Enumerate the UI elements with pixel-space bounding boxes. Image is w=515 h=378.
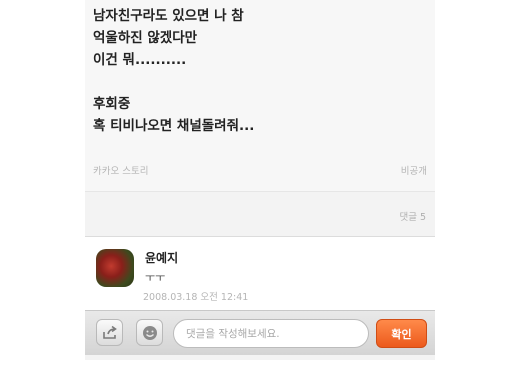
comment-body: ㅜㅜ [145,271,166,284]
post-text: 남자친구라도 있으면 나 참 억울하진 않겠다만 이건 뭐.......... … [93,8,255,134]
post-card: 남자친구라도 있으면 나 참 억울하진 않겠다만 이건 뭐.......... … [85,0,435,192]
page: 남자친구라도 있으면 나 참 억울하진 않겠다만 이건 뭐.......... … [0,0,515,378]
comment-timestamp: 2008.03.18 오전 12:41 [143,292,249,303]
share-button[interactable] [96,319,123,346]
story-screen: 남자친구라도 있으면 나 참 억울하진 않겠다만 이건 뭐.......... … [85,0,435,360]
comment-count[interactable]: 댓글 5 [399,209,426,223]
confirm-button[interactable]: 확인 [376,319,427,348]
comment-item: 윤예지 ㅜㅜ 2008.03.18 오전 12:41 [85,237,435,310]
post-visibility[interactable]: 비공개 [401,163,427,177]
comment-input[interactable] [173,319,369,348]
avatar[interactable] [96,249,134,287]
post-meta: 카카오 스토리 비공개 [93,163,427,179]
comment-count-bar: 댓글 5 [85,192,435,236]
post-source[interactable]: 카카오 스토리 [93,163,148,177]
comment-input-bar: 확인 [85,310,435,355]
emoticon-button[interactable] [136,319,163,346]
comment-author[interactable]: 윤예지 [145,249,178,266]
